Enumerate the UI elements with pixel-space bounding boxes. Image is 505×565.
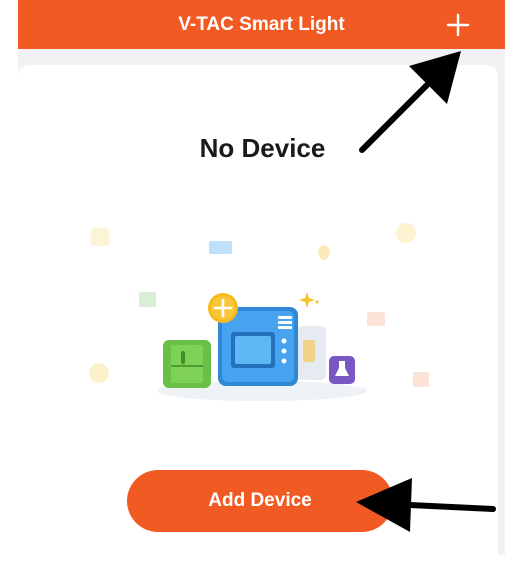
- app-screen: V-TAC Smart Light No Device Add Device: [0, 0, 505, 565]
- faded-pink-box-icon: [413, 372, 429, 387]
- sparkle-icon: [299, 292, 315, 308]
- faded-bulb-icon: [318, 245, 330, 260]
- faded-pink-square-icon: [367, 312, 385, 326]
- faded-green-square-icon: [139, 292, 156, 307]
- faded-yellow-circle-icon: [89, 363, 109, 383]
- faded-square-icon: [91, 228, 109, 246]
- add-circle-icon: [208, 293, 238, 323]
- range-hood-icon: [329, 356, 355, 384]
- add-device-button[interactable]: Add Device: [127, 470, 393, 532]
- faded-circle-icon: [396, 223, 416, 243]
- faded-card-icon: [209, 241, 232, 254]
- fridge-icon: [163, 340, 211, 388]
